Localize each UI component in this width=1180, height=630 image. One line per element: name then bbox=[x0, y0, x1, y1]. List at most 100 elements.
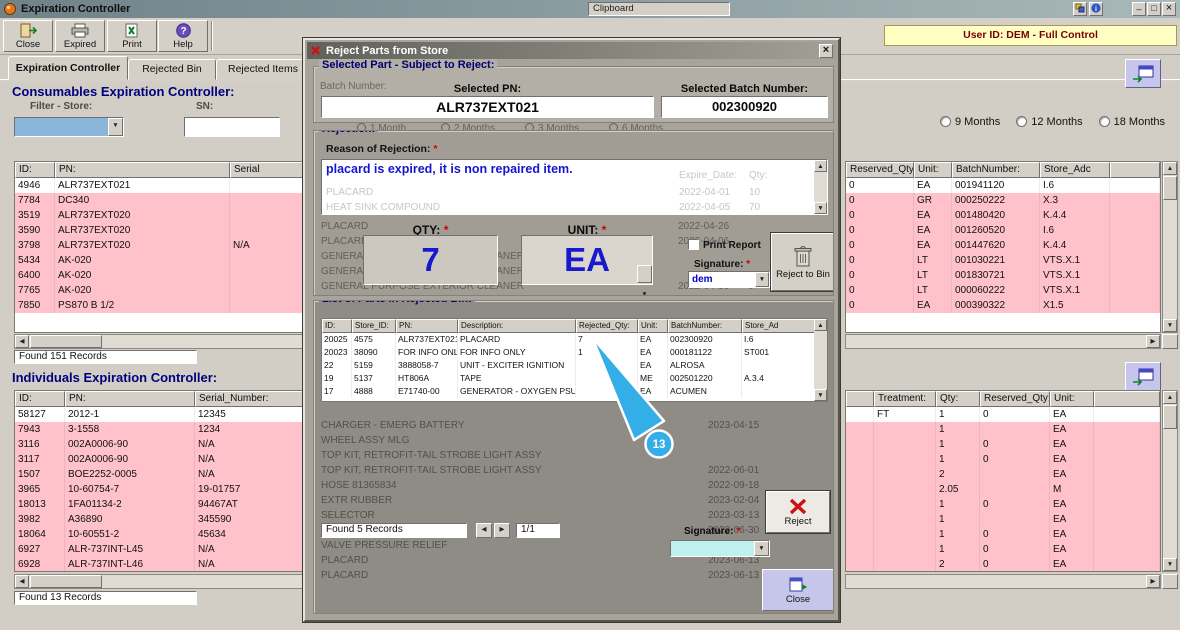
table-row[interactable]: 3117 002A0006-90 N/A bbox=[15, 452, 304, 467]
table-row[interactable]: 18013 1FA01134-2 94467AT bbox=[15, 497, 304, 512]
table-row[interactable]: 0 LT 001830721 VTS.X.1 bbox=[846, 268, 1160, 283]
table-row[interactable]: 7784 DC340 bbox=[15, 193, 304, 208]
bin-signature-combobox[interactable] bbox=[670, 540, 770, 557]
unit-dropdown-arrow[interactable] bbox=[637, 265, 652, 283]
bin-vscrollbar[interactable] bbox=[814, 319, 827, 401]
months-radio-option[interactable]: 18 Months bbox=[1098, 116, 1165, 128]
bin-signature-dropdown-arrow[interactable] bbox=[754, 541, 769, 556]
column-header[interactable]: BatchNumber: bbox=[952, 162, 1040, 178]
column-header[interactable]: Reserved_Qty: bbox=[980, 391, 1050, 407]
consumables-hscrollbar-right[interactable] bbox=[845, 334, 1161, 349]
store-filter-dropdown-arrow[interactable] bbox=[108, 118, 123, 136]
close-window-button[interactable] bbox=[1162, 2, 1176, 16]
column-header[interactable]: PN: bbox=[55, 162, 230, 178]
column-header[interactable]: Description: bbox=[458, 319, 576, 333]
table-row[interactable]: 0 EA 001480420 K.4.4 bbox=[846, 208, 1160, 223]
table-row[interactable]: 7943 3-1558 1234 bbox=[15, 422, 304, 437]
table-row[interactable]: 18064 10-60551-2 45634 bbox=[15, 527, 304, 542]
scroll-thumb[interactable] bbox=[1163, 176, 1177, 200]
table-row[interactable]: 0 EA 001941120 I.6 bbox=[846, 178, 1160, 193]
table-row[interactable]: 3798 ALR737EXT020 N/A bbox=[15, 238, 304, 253]
table-row[interactable]: 6927 ALR-737INT-L45 N/A bbox=[15, 542, 304, 557]
table-row[interactable]: 0 LT 001030221 VTS.X.1 bbox=[846, 253, 1160, 268]
table-row[interactable]: 1 0 EA bbox=[846, 452, 1160, 467]
months-radio-option[interactable]: 12 Months bbox=[1016, 116, 1083, 128]
column-header[interactable] bbox=[1094, 391, 1160, 407]
scroll-thumb[interactable] bbox=[30, 335, 102, 348]
export-individuals-button[interactable] bbox=[1125, 362, 1161, 391]
table-row[interactable]: 1 EA bbox=[846, 422, 1160, 437]
table-row[interactable]: 17 4888 E71740-00 GENERATOR - OXYGEN PSU… bbox=[322, 385, 816, 398]
table-row[interactable]: 0 EA 001447620 K.4.4 bbox=[846, 238, 1160, 253]
dialog-close-button[interactable] bbox=[819, 43, 833, 58]
table-row[interactable]: 1 0 EA bbox=[846, 437, 1160, 452]
column-header[interactable]: PN: bbox=[65, 391, 195, 407]
unit-combobox[interactable]: EA bbox=[521, 235, 653, 285]
table-row[interactable]: 22 5159 3888058-7 UNIT - EXCITER IGNITIO… bbox=[322, 359, 816, 372]
column-header[interactable] bbox=[846, 391, 874, 407]
consumables-vscrollbar[interactable] bbox=[1162, 161, 1178, 333]
column-header[interactable]: Store_ID: bbox=[352, 319, 396, 333]
reason-textarea[interactable]: Expire_Date: Qty: PLACARD 2022-04-01 10 … bbox=[321, 159, 828, 215]
table-row[interactable]: 0 EA 000390322 X1.5 bbox=[846, 298, 1160, 313]
table-row[interactable]: 5434 AK-020 bbox=[15, 253, 304, 268]
table-row[interactable]: 3982 A36890 345590 bbox=[15, 512, 304, 527]
table-row[interactable]: 2 0 EA bbox=[846, 557, 1160, 571]
export-consumables-button[interactable] bbox=[1125, 59, 1161, 88]
tab-rejected-bin[interactable]: Rejected Bin bbox=[128, 59, 216, 80]
consumables-hscrollbar-left[interactable] bbox=[14, 334, 305, 349]
table-row[interactable]: 3590 ALR737EXT020 bbox=[15, 223, 304, 238]
table-row[interactable]: 20023 38090 FOR INFO ONLY FOR INFO ONLY … bbox=[322, 346, 816, 359]
column-header[interactable]: Reserved_Qty: bbox=[846, 162, 914, 178]
scroll-down-button[interactable] bbox=[814, 389, 827, 401]
sn-input[interactable] bbox=[184, 117, 280, 137]
table-row[interactable]: 7850 PS870 B 1/2 bbox=[15, 298, 304, 313]
print-button[interactable]: Print bbox=[107, 20, 157, 52]
titlebar-info-button[interactable]: i bbox=[1089, 2, 1103, 16]
scroll-thumb[interactable] bbox=[1163, 405, 1177, 429]
scroll-left-button[interactable] bbox=[15, 335, 29, 348]
column-header[interactable]: Store_Adc bbox=[1040, 162, 1110, 178]
scroll-thumb[interactable] bbox=[30, 575, 102, 588]
table-row[interactable]: 58127 2012-1 12345 bbox=[15, 407, 304, 422]
column-header[interactable]: BatchNumber: bbox=[668, 319, 742, 333]
column-header[interactable]: Unit: bbox=[1050, 391, 1094, 407]
maximize-button[interactable] bbox=[1147, 2, 1161, 16]
individuals-hscrollbar-right[interactable] bbox=[845, 574, 1161, 589]
table-row[interactable]: 7765 AK-020 bbox=[15, 283, 304, 298]
column-header[interactable]: Treatment: bbox=[874, 391, 936, 407]
scroll-down-button[interactable] bbox=[814, 202, 827, 214]
table-row[interactable]: 1 0 EA bbox=[846, 542, 1160, 557]
column-header[interactable]: Serial bbox=[230, 162, 304, 178]
table-row[interactable]: 3116 002A0006-90 N/A bbox=[15, 437, 304, 452]
print-report-checkbox[interactable]: Print Report bbox=[688, 239, 761, 251]
months-radio-option[interactable]: 9 Months bbox=[940, 116, 1000, 128]
reason-vscrollbar[interactable] bbox=[814, 160, 827, 214]
column-header[interactable]: Store_Ad bbox=[742, 319, 816, 333]
reject-to-bin-button[interactable]: Reject to Bin bbox=[771, 233, 833, 291]
close-button[interactable]: Close bbox=[3, 20, 53, 52]
scroll-left-button[interactable] bbox=[15, 575, 29, 588]
store-filter-combobox[interactable] bbox=[14, 117, 124, 137]
table-row[interactable]: 0 LT 000060222 VTS.X.1 bbox=[846, 283, 1160, 298]
table-row[interactable]: 1 EA bbox=[846, 512, 1160, 527]
column-header[interactable]: ID: bbox=[15, 391, 65, 407]
column-header[interactable] bbox=[1110, 162, 1160, 178]
dialog-close-bottom-button[interactable]: Close bbox=[762, 569, 833, 611]
scroll-right-button[interactable] bbox=[1146, 335, 1160, 348]
scroll-down-button[interactable] bbox=[1163, 319, 1177, 332]
table-row[interactable]: 19 5137 HT806A TAPE ME 002501220 A.3.4 bbox=[322, 372, 816, 385]
column-header[interactable]: ID: bbox=[15, 162, 55, 178]
column-header[interactable]: PN: bbox=[396, 319, 458, 333]
individuals-hscrollbar-left[interactable] bbox=[14, 574, 305, 589]
titlebar-shortcut-button[interactable] bbox=[1073, 2, 1087, 16]
scroll-down-button[interactable] bbox=[1163, 558, 1177, 571]
scroll-up-button[interactable] bbox=[1163, 162, 1177, 175]
column-header[interactable]: Serial_Number: bbox=[195, 391, 304, 407]
table-row[interactable]: 2.05 M bbox=[846, 482, 1160, 497]
column-header[interactable]: Rejected_Qty: bbox=[576, 319, 638, 333]
minimize-button[interactable] bbox=[1132, 2, 1146, 16]
scroll-right-button[interactable] bbox=[1146, 575, 1160, 588]
table-row[interactable]: 3965 10-60754-7 19-01757 bbox=[15, 482, 304, 497]
table-row[interactable]: FT 1 0 EA bbox=[846, 407, 1160, 422]
